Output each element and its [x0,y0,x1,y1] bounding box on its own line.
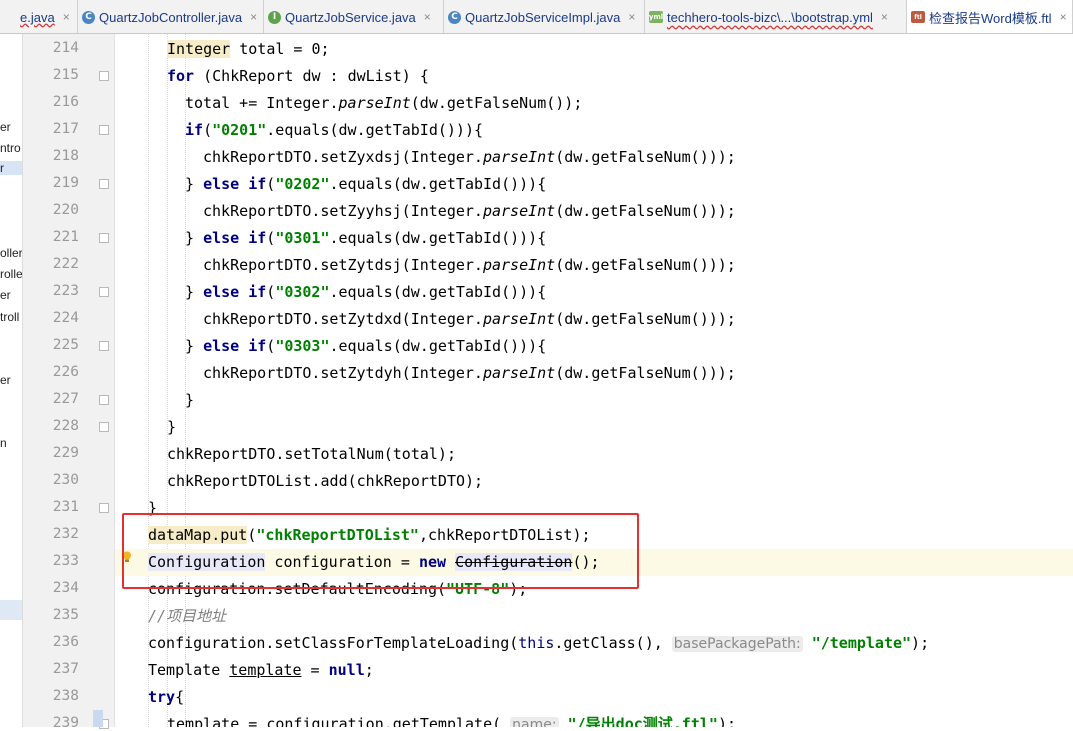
tab-quartz-job-controller[interactable]: C QuartzJobController.java × [78,0,264,33]
line-number: 239 [52,715,79,731]
tab-close-icon[interactable]: × [1060,10,1067,24]
tab-label: e.java [20,9,55,25]
code-line[interactable]: chkReportDTO.setZyxdsj(Integer.parseInt(… [115,144,1073,171]
tab-close-icon[interactable]: × [424,10,431,24]
tree-item-fragment[interactable]: er [0,288,11,302]
line-number: 228 [52,418,79,434]
tab-close-icon[interactable]: × [63,10,70,24]
line-number: 238 [52,688,79,704]
line-number: 221 [52,229,79,245]
tree-item-fragment[interactable]: er [0,373,11,387]
tab-quartz-job-service-impl[interactable]: C QuartzJobServiceImpl.java × [444,0,645,33]
code-line[interactable]: total += Integer.parseInt(dw.getFalseNum… [115,90,1073,117]
tab-close-icon[interactable]: × [250,10,257,24]
project-tree-edge: er ntro r oller rolle er troll er n [0,34,23,727]
tab-label: QuartzJobService.java [285,9,416,25]
code-line[interactable]: chkReportDTO.setTotalNum(total); [115,441,1073,468]
line-number: 220 [52,202,79,218]
class-icon: C [448,10,461,24]
line-number: 215 [52,67,79,83]
code-line[interactable]: Integer total = 0; [115,36,1073,63]
line-number: 225 [52,337,79,353]
line-number: 227 [52,391,79,407]
line-number: 230 [52,472,79,488]
fold-marker-icon[interactable] [99,233,109,243]
code-line[interactable]: } [115,414,1073,441]
line-number: 226 [52,364,79,380]
fold-marker-icon[interactable] [99,125,109,135]
tab-bootstrap-yml[interactable]: yml techhero-tools-bizc\...\bootstrap.ym… [645,0,907,33]
tab-quartz-job-service[interactable]: I QuartzJobService.java × [264,0,444,33]
code-line[interactable]: chkReportDTO.setZytdxd(Integer.parseInt(… [115,306,1073,333]
code-line[interactable]: } else if("0302".equals(dw.getTabId())){ [115,279,1073,306]
annotation-highlight-box [122,513,639,589]
code-line[interactable]: for (ChkReport dw : dwList) { [115,63,1073,90]
class-icon: C [82,10,95,24]
code-line[interactable]: } else if("0303".equals(dw.getTabId())){ [115,333,1073,360]
tree-item-fragment-selected[interactable]: r [0,161,22,175]
yaml-file-icon: yml [648,11,664,23]
line-number: 219 [52,175,79,191]
code-line[interactable]: chkReportDTO.setZytdyh(Integer.parseInt(… [115,360,1073,387]
line-number: 236 [52,634,79,650]
code-line[interactable]: configuration.setClassForTemplateLoading… [115,630,1073,657]
tab-label: 检查报告Word模板.ftl [929,10,1052,26]
tree-item-fragment[interactable]: er [0,120,11,134]
editor-tab-bar: e.java × C QuartzJobController.java × I … [0,0,1073,34]
code-line[interactable]: } else if("0301".equals(dw.getTabId())){ [115,225,1073,252]
code-line[interactable]: chkReportDTOList.add(chkReportDTO); [115,468,1073,495]
fold-marker-icon[interactable] [99,179,109,189]
code-line[interactable]: template = configuration.getTemplate( na… [115,711,1073,727]
line-number: 218 [52,148,79,164]
scroll-position-marker[interactable] [93,710,103,727]
code-line[interactable]: chkReportDTO.setZyyhsj(Integer.parseInt(… [115,198,1073,225]
interface-icon: I [268,10,281,24]
fold-marker-icon[interactable] [99,287,109,297]
line-number: 217 [52,121,79,137]
fold-marker-icon[interactable] [99,71,109,81]
tree-item-fragment[interactable]: n [0,436,7,450]
tab-close-icon[interactable]: × [628,10,635,24]
tree-selection-marker [0,600,22,620]
code-line[interactable]: if("0201".equals(dw.getTabId())){ [115,117,1073,144]
tab-ftl-template[interactable]: ftl 检查报告Word模板.ftl × [907,0,1073,33]
fold-marker-icon[interactable] [99,503,109,513]
tree-item-fragment[interactable]: troll [0,310,19,324]
fold-marker-icon[interactable] [99,422,109,432]
line-number: 222 [52,256,79,272]
code-line[interactable]: } else if("0202".equals(dw.getTabId())){ [115,171,1073,198]
tab-close-icon[interactable]: × [881,10,888,24]
code-line[interactable]: Template template = null; [115,657,1073,684]
code-editor[interactable]: Integer total = 0; for (ChkReport dw : d… [115,34,1073,727]
line-number: 223 [52,283,79,299]
code-line[interactable]: try{ [115,684,1073,711]
tab-label: QuartzJobServiceImpl.java [465,9,621,25]
line-number: 224 [52,310,79,326]
line-number: 216 [52,94,79,110]
tree-item-fragment[interactable]: oller [0,246,22,260]
line-number: 235 [52,607,79,623]
tree-item-fragment[interactable]: rolle [0,267,22,281]
code-line[interactable]: } [115,387,1073,414]
tab-label: techhero-tools-bizc\...\bootstrap.yml [667,9,873,25]
line-number-gutter: 214 215 216 217 218 219 220 221 222 223 … [23,34,115,731]
tab-label: QuartzJobController.java [99,9,243,25]
line-number: 231 [52,499,79,515]
fold-marker-icon[interactable] [99,395,109,405]
tab-e-java[interactable]: e.java × [0,0,78,33]
tree-item-fragment[interactable]: ntro [0,141,21,155]
fold-marker-icon[interactable] [99,341,109,351]
line-number: 237 [52,661,79,677]
code-line[interactable]: //项目地址 [115,603,1073,630]
line-number: 234 [52,580,79,596]
line-number: 229 [52,445,79,461]
ftl-file-icon: ftl [911,11,925,23]
line-number: 232 [52,526,79,542]
code-line[interactable]: chkReportDTO.setZytdsj(Integer.parseInt(… [115,252,1073,279]
line-number: 233 [52,553,79,569]
line-number: 214 [52,40,79,56]
